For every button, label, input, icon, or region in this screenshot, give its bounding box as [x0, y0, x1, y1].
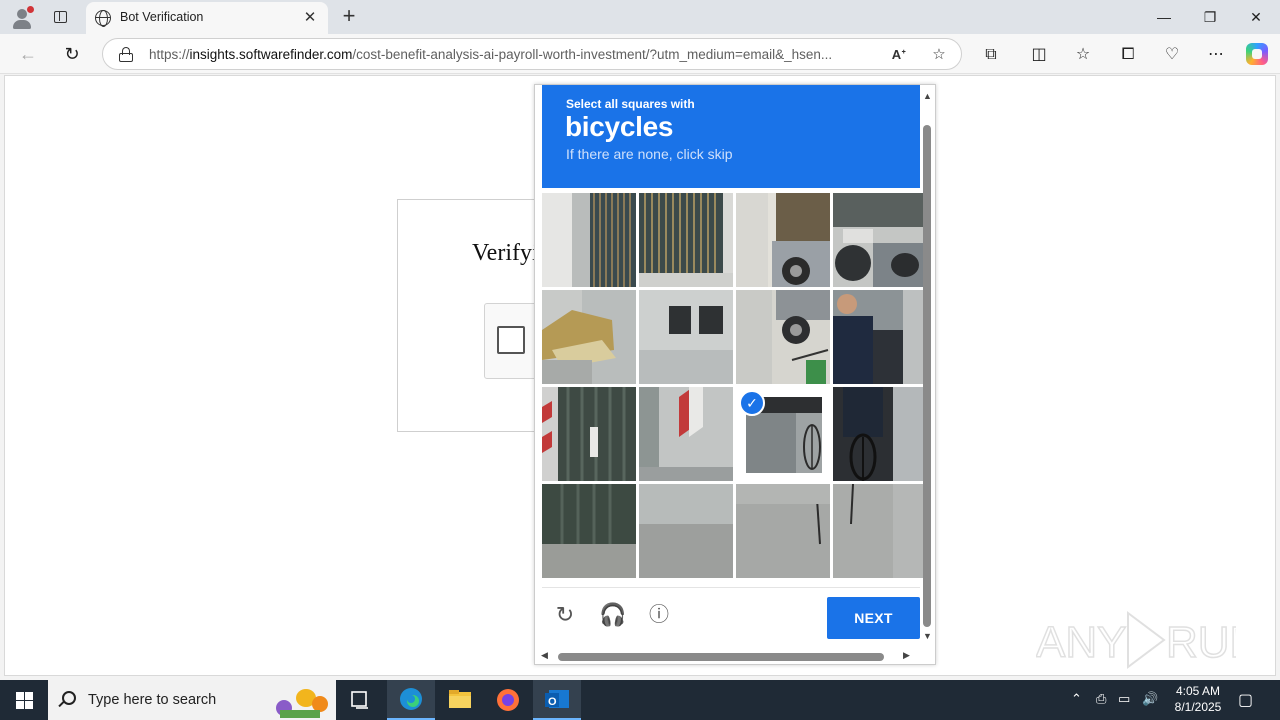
windows-taskbar: Type here to search O ⌃ ⎙ ▭ 🔊 4:05 AM 8/… — [0, 680, 1280, 720]
start-button[interactable] — [0, 680, 48, 720]
captcha-instruction: Select all squares with — [566, 97, 695, 111]
audio-challenge-icon[interactable]: 🎧 — [599, 602, 626, 628]
captcha-footer: ↻ 🎧 ⓘ NEXT — [542, 587, 920, 639]
captcha-tile-7[interactable] — [736, 290, 830, 384]
captcha-tile-10[interactable] — [639, 387, 733, 481]
system-clock[interactable]: 4:05 AM 8/1/2025 — [1162, 683, 1234, 715]
favorite-star-icon[interactable]: ☆ — [929, 45, 949, 65]
close-window-button[interactable]: ✕ — [1236, 4, 1276, 30]
clock-time: 4:05 AM — [1175, 684, 1221, 698]
globe-icon — [95, 10, 111, 27]
horizontal-scroll-thumb[interactable] — [558, 653, 884, 661]
scroll-right-arrow-icon[interactable]: ▶ — [903, 650, 910, 661]
clock-date: 8/1/2025 — [1174, 700, 1222, 714]
info-icon[interactable]: ⓘ — [646, 602, 672, 628]
windows-logo-icon — [16, 692, 33, 709]
more-menu-icon[interactable]: ⋯ — [1204, 43, 1228, 67]
browser-tab-bar: Bot Verification ✕ + — ❐ ✕ — [0, 0, 1280, 34]
show-hidden-icons-chevron-icon[interactable]: ⌃ — [1071, 691, 1082, 720]
tab-title: Bot Verification — [120, 10, 204, 24]
scroll-up-arrow-icon[interactable]: ▲ — [923, 91, 932, 101]
collections-icon[interactable]: ⧠ — [1116, 43, 1140, 67]
lock-icon[interactable] — [119, 47, 133, 62]
svg-text:O: O — [548, 696, 557, 708]
restore-button[interactable]: ❐ — [1190, 4, 1230, 30]
scroll-left-arrow-icon[interactable]: ◀ — [541, 650, 548, 661]
horizontal-scrollbar[interactable]: ◀ ▶ — [535, 650, 921, 664]
copilot-icon[interactable] — [1246, 43, 1268, 65]
meet-now-icon[interactable]: ⎙ — [1096, 691, 1106, 720]
anyrun-watermark: ANY RUN — [1035, 605, 1262, 675]
captcha-tile-12[interactable] — [833, 387, 927, 481]
svg-text:RUN: RUN — [1166, 618, 1236, 667]
scroll-down-arrow-icon[interactable]: ▼ — [923, 631, 932, 641]
captcha-tile-14[interactable] — [639, 484, 733, 578]
captcha-tile-3[interactable] — [736, 193, 830, 287]
captcha-checkbox[interactable] — [497, 326, 525, 354]
outlook-icon[interactable]: O — [533, 680, 581, 720]
tab-close-icon[interactable]: ✕ — [300, 8, 320, 28]
captcha-subtext: If there are none, click skip — [566, 146, 733, 162]
split-screen-icon[interactable]: ◫ — [1027, 43, 1051, 67]
new-tab-button[interactable]: + — [338, 5, 360, 27]
network-icon[interactable]: ▭ — [1118, 691, 1130, 720]
reload-icon[interactable]: ↻ — [58, 40, 86, 68]
extensions-icon[interactable]: ⧉ — [979, 43, 1003, 67]
captcha-tile-5[interactable] — [542, 290, 636, 384]
firefox-icon[interactable] — [484, 680, 532, 720]
address-bar[interactable]: https://insights.softwarefinder.com/cost… — [102, 38, 962, 70]
taskbar-search-box[interactable]: Type here to search — [48, 680, 336, 720]
captcha-tile-2[interactable] — [639, 193, 733, 287]
url-text[interactable]: https://insights.softwarefinder.com/cost… — [149, 47, 873, 62]
edge-taskbar-icon[interactable] — [387, 680, 435, 720]
search-icon — [62, 691, 76, 705]
captcha-tile-16[interactable] — [833, 484, 927, 578]
captcha-tile-13[interactable] — [542, 484, 636, 578]
browser-toolbar: ← ↻ https://insights.softwarefinder.com/… — [0, 34, 1280, 74]
svg-text:ANY: ANY — [1036, 618, 1126, 667]
reload-challenge-icon[interactable]: ↻ — [552, 602, 578, 628]
captcha-tile-6[interactable] — [639, 290, 733, 384]
captcha-tile-8[interactable] — [833, 290, 927, 384]
read-aloud-icon[interactable]: Aᐩ — [889, 45, 909, 65]
tab-actions-icon[interactable] — [50, 8, 70, 26]
file-explorer-icon[interactable] — [436, 680, 484, 720]
search-placeholder: Type here to search — [88, 692, 217, 708]
captcha-tile-11-selected[interactable]: ✓ — [736, 387, 830, 481]
back-arrow-icon[interactable]: ← — [14, 40, 42, 68]
captcha-header: Select all squares with bicycles If ther… — [542, 85, 920, 188]
volume-icon[interactable]: 🔊 — [1142, 691, 1158, 720]
profile-icon[interactable] — [10, 6, 34, 30]
browser-essentials-icon[interactable]: ♡ — [1160, 43, 1184, 67]
minimize-button[interactable]: — — [1144, 4, 1184, 30]
captcha-tile-1[interactable] — [542, 193, 636, 287]
captcha-challenge-popup: Select all squares with bicycles If ther… — [534, 84, 936, 665]
task-view-icon[interactable] — [336, 680, 384, 720]
search-highlight-image — [276, 689, 328, 718]
notification-center-icon[interactable]: ▢ — [1238, 690, 1253, 720]
captcha-target-object: bicycles — [565, 111, 674, 142]
selected-checkmark-icon: ✓ — [739, 390, 765, 416]
favorites-icon[interactable]: ☆ — [1071, 43, 1095, 67]
captcha-tile-4[interactable] — [833, 193, 927, 287]
tab-bot-verification[interactable]: Bot Verification ✕ — [86, 2, 328, 34]
captcha-tile-15[interactable] — [736, 484, 830, 578]
captcha-tile-9[interactable] — [542, 387, 636, 481]
next-button[interactable]: NEXT — [827, 597, 920, 639]
captcha-image-grid: ✓ — [542, 193, 927, 579]
vertical-scroll-thumb[interactable] — [923, 125, 931, 627]
vertical-scrollbar[interactable]: ▲ ▼ — [921, 85, 935, 648]
